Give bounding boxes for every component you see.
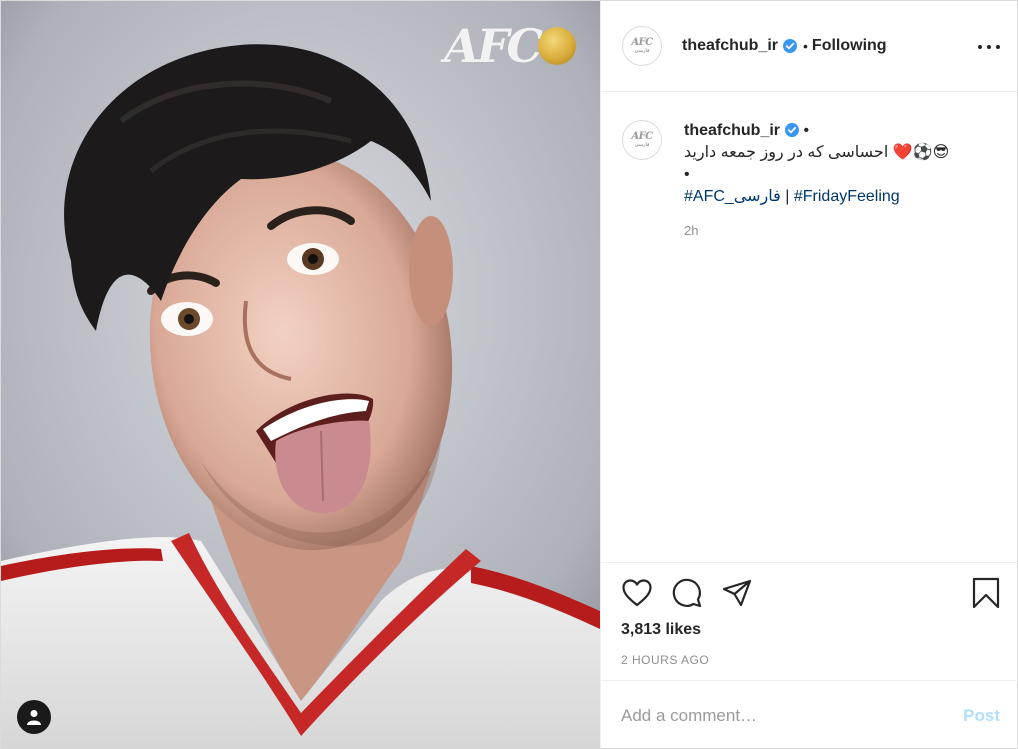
post-side-panel: AFC فارسی theafchub_ir • Following AFC ف… [600,1,1018,749]
caption-avatar[interactable]: AFC فارسی [622,120,662,160]
caption-comment: AFC فارسی theafchub_ir • احساسی که در رو… [622,120,1000,242]
comment-button[interactable] [671,577,703,609]
afc-watermark: AFC [444,19,576,73]
caption-avatar-logo-text: AFC [631,131,653,142]
caption-time[interactable]: 2h [684,220,949,242]
following-button[interactable]: Following [812,37,887,55]
caption-username[interactable]: theafchub_ir [684,122,780,139]
comment-icon [672,578,702,608]
more-options-button[interactable] [978,37,1000,57]
post-image[interactable]: AFC [1,1,600,749]
like-button[interactable] [621,577,653,609]
post-comment-button[interactable]: Post [963,706,1000,726]
caption-avatar-sub-text: فارسی [634,142,650,148]
hashtag-separator: | [785,188,790,205]
comments-section: AFC فارسی theafchub_ir • احساسی که در رو… [601,92,1018,562]
afc-ball-icon [538,27,576,65]
verified-badge-icon [785,123,800,137]
header-username[interactable]: theafchub_ir [682,37,778,55]
caption-body: theafchub_ir • احساسی که در روز جمعه دار… [684,120,949,242]
avatar-logo-text: AFC [631,37,653,48]
caption-line-1: theafchub_ir • [684,120,949,142]
hashtag-fridayfeeling[interactable]: #FridayFeeling [794,188,900,205]
comment-input[interactable] [621,705,964,726]
post-actions: 3,813 likes 2 HOURS AGO [601,562,1018,680]
avatar[interactable]: AFC فارسی [622,26,662,66]
share-button[interactable] [721,577,753,609]
action-icons [621,577,771,609]
afc-watermark-text: AFC [444,19,543,73]
caption-bullet: • [684,166,690,183]
post-header: AFC فارسی theafchub_ir • Following [601,1,1018,92]
heart-icon [622,579,652,607]
caption-line-2: احساسی که در روز جمعه دارید ❤️⚽😎 [684,142,949,164]
comment-composer: Post [601,680,1018,749]
hashtag-afc-farsi[interactable]: #AFC_فارسی [684,188,781,205]
caption-emojis: ❤️⚽😎 [892,144,950,161]
post-dialog: AFC AFC فارسی theafchub_ir • Following A… [0,0,1018,749]
portrait-photo [1,1,600,749]
likes-count[interactable]: 3,813 likes [621,621,701,639]
bookmark-icon [972,577,1000,609]
header-separator: • [803,38,808,54]
caption-separator: • [803,122,810,139]
person-icon [27,710,41,725]
caption-hashtags: #AFC_فارسی | #FridayFeeling [684,186,949,208]
caption-text: احساسی که در روز جمعه دارید [684,144,889,161]
share-icon [722,579,752,607]
post-timestamp[interactable]: 2 HOURS AGO [621,653,709,667]
save-button[interactable] [972,577,1002,609]
tagged-users-button[interactable] [17,700,51,734]
more-horizontal-icon [978,45,982,49]
avatar-sub-text: فارسی [634,48,650,54]
verified-badge-icon [783,39,798,53]
